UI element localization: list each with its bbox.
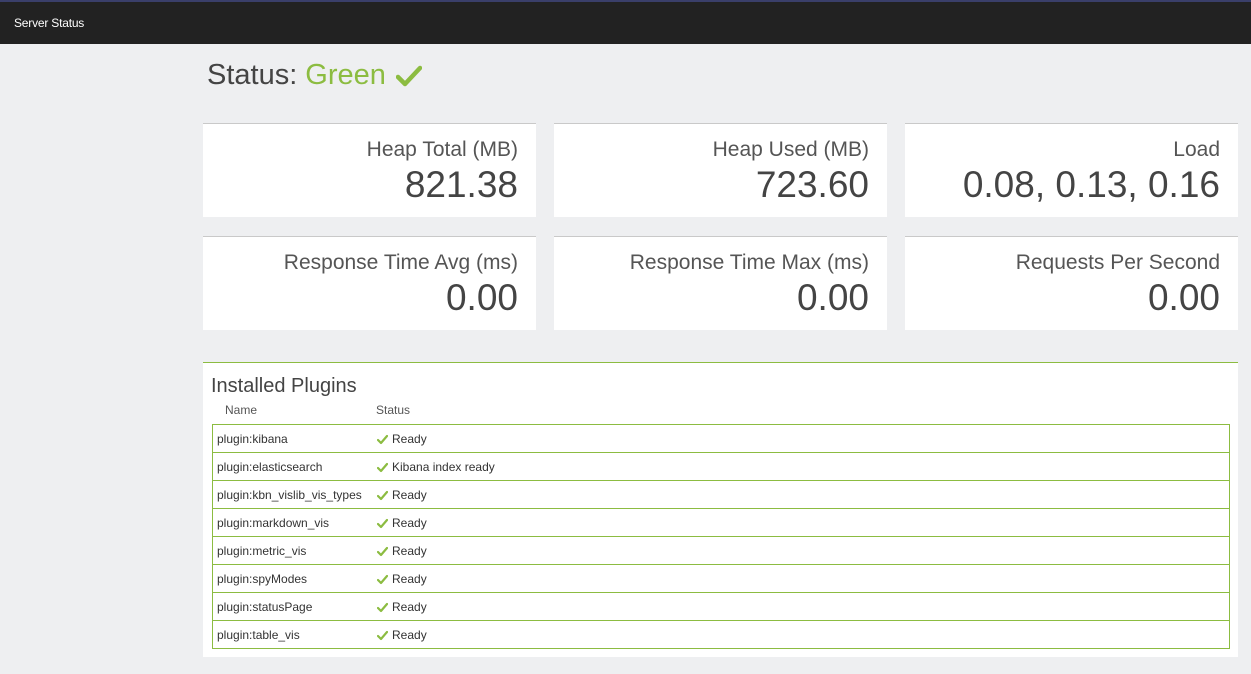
plugin-status-text: Ready (392, 488, 427, 502)
plugin-name: plugin:metric_vis (217, 544, 307, 558)
table-row: plugin:kibana Ready (212, 425, 1230, 453)
overall-status: Status: Green (207, 59, 423, 92)
plugin-status: Ready (376, 572, 427, 586)
metric-value: 0.00 (796, 277, 869, 318)
metric-heap-used: Heap Used (MB) 723.60 (554, 123, 887, 217)
metric-label: Response Time Max (ms) (629, 251, 869, 274)
table-row: plugin:statusPage Ready (212, 593, 1230, 621)
metric-heap-total: Heap Total (MB) 821.38 (203, 123, 536, 217)
metric-label: Requests Per Second (1015, 251, 1220, 274)
plugin-name: plugin:markdown_vis (217, 516, 330, 530)
metric-label: Response Time Avg (ms) (283, 251, 518, 274)
table-row: plugin:metric_vis Ready (212, 537, 1230, 565)
plugin-status: Ready (376, 516, 427, 530)
plugin-name: plugin:statusPage (217, 600, 313, 614)
metric-label: Heap Total (MB) (366, 138, 518, 161)
table-row: plugin:table_vis Ready (212, 621, 1230, 649)
plugin-status: Ready (376, 488, 427, 502)
plugin-status: Kibana index ready (376, 460, 495, 474)
check-icon (376, 518, 389, 529)
status-state: Green (305, 59, 386, 91)
check-icon (376, 602, 389, 613)
table-row: plugin:markdown_vis Ready (212, 509, 1230, 537)
plugin-name: plugin:kbn_vislib_vis_types (217, 488, 362, 502)
plugin-name: plugin:elasticsearch (217, 460, 323, 474)
plugin-name: plugin:table_vis (217, 628, 300, 642)
status-prefix: Status: (207, 59, 298, 91)
check-icon (395, 63, 423, 89)
plugin-status: Ready (376, 600, 427, 614)
plugin-status-text: Ready (392, 572, 427, 586)
metric-value: 821.38 (404, 164, 518, 205)
metric-response-time-avg: Response Time Avg (ms) 0.00 (203, 236, 536, 330)
check-icon (376, 630, 389, 641)
metric-value: 723.60 (755, 164, 869, 205)
metric-response-time-max: Response Time Max (ms) 0.00 (554, 236, 887, 330)
plugin-status: Ready (376, 544, 427, 558)
top-navbar: Server Status (0, 0, 1251, 44)
plugin-status-text: Ready (392, 432, 427, 446)
check-icon (376, 462, 389, 473)
metric-requests-per-second: Requests Per Second 0.00 (905, 236, 1238, 330)
installed-plugins-panel: Installed Plugins Name Status plugin:kib… (203, 362, 1238, 657)
metric-value: 0.08, 0.13, 0.16 (962, 164, 1220, 205)
column-header-status: Status (376, 403, 411, 417)
plugin-name: plugin:spyModes (217, 572, 308, 586)
metric-value: 0.00 (1147, 277, 1220, 318)
metric-label: Load (1173, 138, 1220, 161)
metric-label: Heap Used (MB) (712, 138, 869, 161)
check-icon (376, 574, 389, 585)
table-row: plugin:elasticsearch Kibana index ready (212, 453, 1230, 481)
plugin-status-text: Ready (392, 628, 427, 642)
plugin-status-text: Kibana index ready (392, 460, 495, 474)
column-header-name: Name (225, 403, 258, 417)
metric-value: 0.00 (445, 277, 518, 318)
plugin-status: Ready (376, 628, 427, 642)
check-icon (376, 546, 389, 557)
plugin-status-text: Ready (392, 600, 427, 614)
plugin-name: plugin:kibana (217, 432, 288, 446)
plugin-status: Ready (376, 432, 427, 446)
app-title: Server Status (14, 16, 85, 30)
plugin-status-text: Ready (392, 544, 427, 558)
check-icon (376, 490, 389, 501)
plugins-table: plugin:kibana Ready plugin:elasticsearch Ki… (212, 424, 1230, 649)
metric-load: Load 0.08, 0.13, 0.16 (905, 123, 1238, 217)
plugin-status-text: Ready (392, 516, 427, 530)
table-row: plugin:kbn_vislib_vis_types Ready (212, 481, 1230, 509)
table-row: plugin:spyModes Ready (212, 565, 1230, 593)
check-icon (376, 434, 389, 445)
panel-title: Installed Plugins (211, 375, 357, 397)
